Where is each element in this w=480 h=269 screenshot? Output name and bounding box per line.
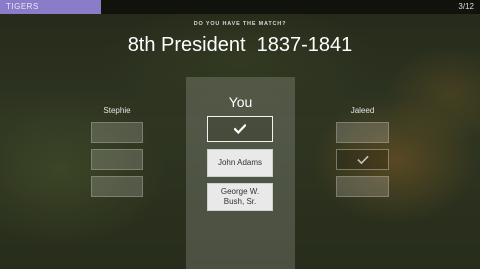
stephie-slot-1 [91, 122, 143, 143]
answer-option-2-label: George W. Bush, Sr. [220, 187, 260, 206]
jaleed-slot-1 [336, 122, 389, 143]
stephie-slot-3 [91, 176, 143, 197]
question-counter: 3/12 [458, 2, 474, 11]
answer-option-1-label: John Adams [217, 158, 263, 167]
player-name-you: You [228, 94, 253, 110]
answer-option-2[interactable]: George W. Bush, Sr. [207, 183, 273, 211]
jaleed-slot-3 [336, 176, 389, 197]
player-name-stephie: Stephie [103, 106, 131, 115]
answer-option-1[interactable]: John Adams [207, 149, 273, 177]
check-icon [234, 124, 246, 134]
check-icon [357, 155, 368, 164]
player-name-jaleed: Jaleed [350, 106, 375, 115]
question-title: 8th President 1837-1841 [127, 34, 353, 56]
top-bar: TIGERS 3/12 [0, 0, 480, 14]
prompt-text: DO YOU HAVE THE MATCH? [193, 21, 287, 27]
stephie-slot-2 [91, 149, 143, 170]
quiz-title: TIGERS [6, 2, 39, 11]
jaleed-slot-2 [336, 149, 389, 170]
match-check-button[interactable] [207, 116, 273, 142]
